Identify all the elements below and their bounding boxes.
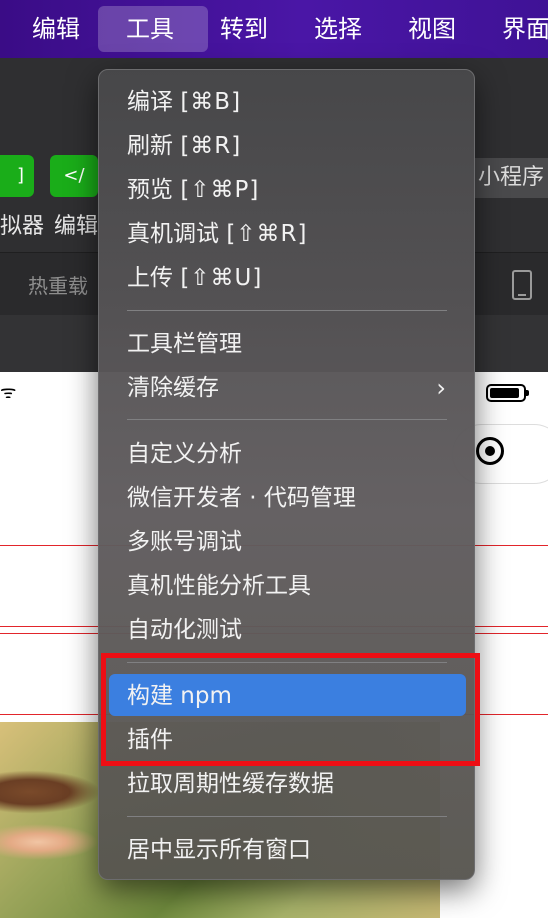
chevron-right-icon: › [436,374,446,402]
device-icon[interactable] [512,270,532,300]
menu-item-toolbar-manage[interactable]: 工具栏管理 [127,324,242,364]
menubar: 编辑 工具 转到 选择 视图 界面 [0,0,548,58]
menubar-edit[interactable]: 编辑 [4,6,108,52]
menubar-view[interactable]: 视图 [380,6,484,52]
menubar-select[interactable]: 选择 [286,6,390,52]
simulator-toggle-label: ] [16,165,24,186]
menu-item-preview[interactable]: 预览 [⇧⌘P] [127,170,259,210]
menu-item-clear-cache[interactable]: 清除缓存 [127,368,219,408]
menu-item-multi-account[interactable]: 多账号调试 [127,522,242,562]
menu-separator [127,310,447,311]
menu-item-refresh[interactable]: 刷新 [⌘R] [127,126,241,166]
menu-item-code-management[interactable]: 微信开发者 · 代码管理 [127,478,356,518]
menu-item-center-windows[interactable]: 居中显示所有窗口 [127,830,311,870]
hot-reload-toggle[interactable]: 热重载 [28,270,88,299]
mini-program-select[interactable]: 小程序 [474,158,548,198]
wifi-icon: ᯤ [0,382,17,403]
battery-icon [486,384,529,402]
menu-separator [127,419,447,420]
menubar-goto[interactable]: 转到 [192,6,296,52]
menu-separator [127,816,447,817]
code-icon: </ [63,165,85,186]
close-capsule-icon[interactable] [476,437,504,465]
menu-item-remote-debug[interactable]: 真机调试 [⇧⌘R] [127,214,308,254]
menu-item-automation-test[interactable]: 自动化测试 [127,610,242,650]
simulator-label: 拟器 [0,214,45,239]
editor-toggle-button[interactable]: </ [50,155,98,197]
simulator-toggle-button[interactable]: ] [0,155,34,197]
menu-item-fetch-periodic-cache[interactable]: 拉取周期性缓存数据 [127,764,334,804]
editor-label: 编辑 [54,214,99,239]
menu-item-upload[interactable]: 上传 [⇧⌘U] [127,258,262,298]
menu-item-compile[interactable]: 编译 [⌘B] [127,82,241,122]
annotation-box [101,653,480,766]
menu-item-custom-analysis[interactable]: 自定义分析 [127,434,242,474]
menu-item-perf-analysis[interactable]: 真机性能分析工具 [127,566,311,606]
menubar-interface[interactable]: 界面 [474,6,548,52]
